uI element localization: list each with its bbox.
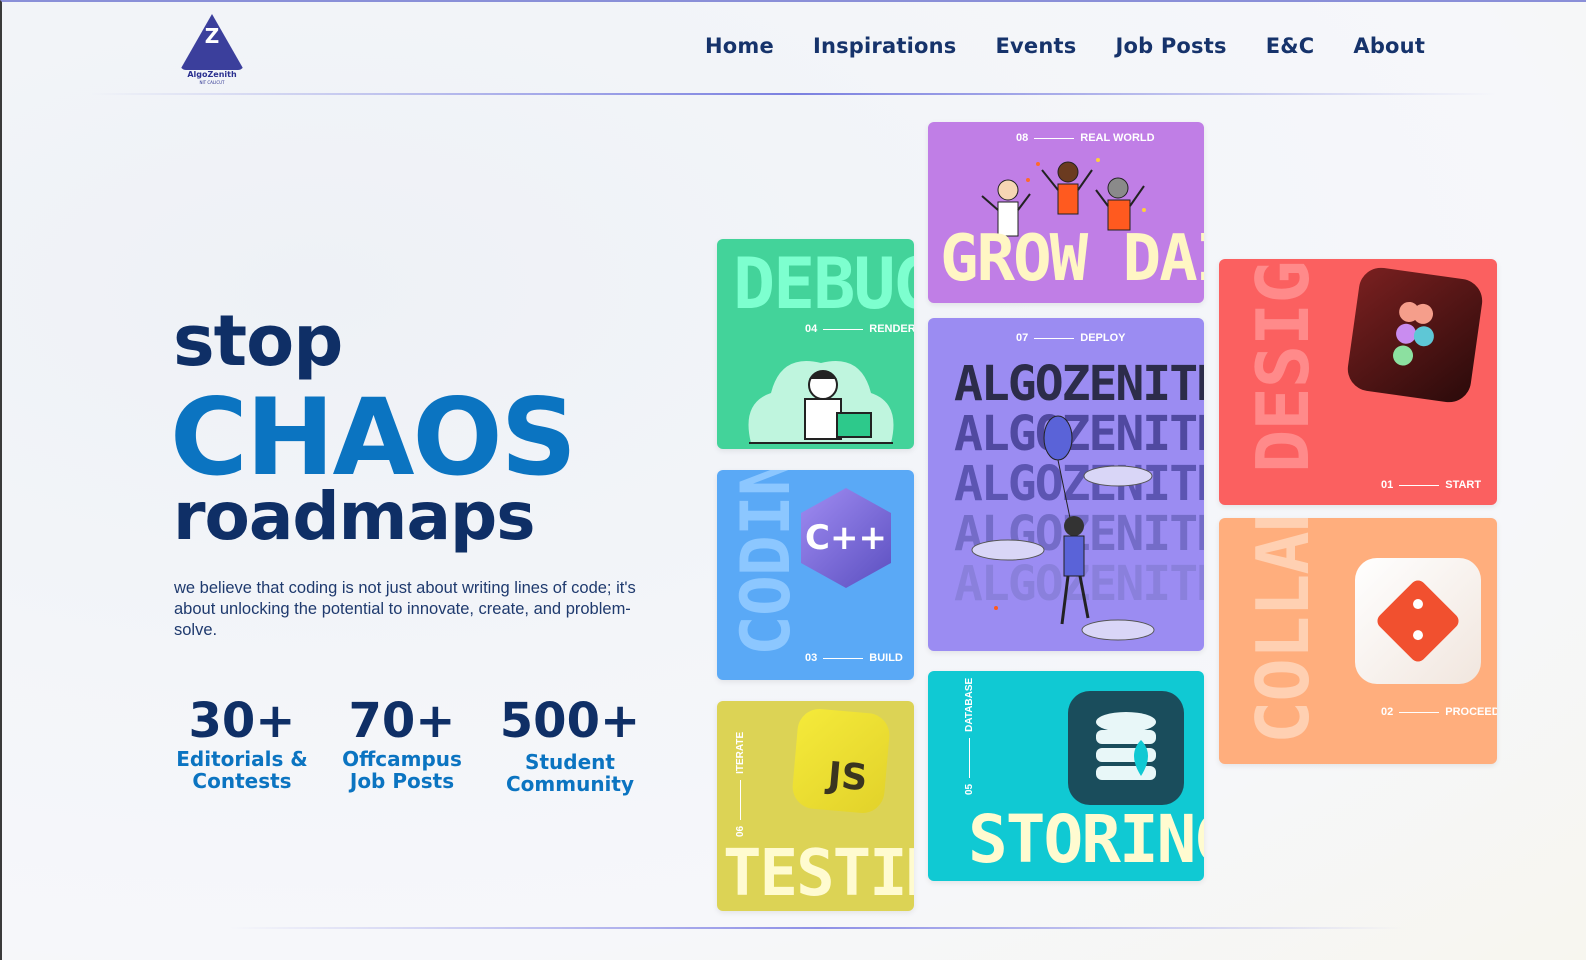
card-step: 03 BUILD — [805, 652, 903, 664]
nav-job-posts[interactable]: Job Posts — [1115, 34, 1226, 58]
card-title: DESIGN — [1241, 259, 1325, 473]
javascript-icon: JS — [790, 707, 892, 815]
stat-label-line1: Editorials & — [176, 747, 308, 771]
brand-logo[interactable]: Z AlgoZenith NIT CALICUT — [180, 14, 244, 85]
card-step: 06 ITERATE — [735, 731, 746, 837]
card-testing[interactable]: 06ITERATE JS TESTING — [717, 701, 914, 911]
stat-community: 500+ Student Community — [490, 694, 650, 795]
card-debug[interactable]: DEBUG 04 RENDER — [717, 239, 914, 449]
stat-label-line1: Student — [525, 750, 615, 774]
card-step: 01 START — [1381, 479, 1482, 491]
footer-divider — [230, 927, 1406, 929]
card-step: 02 PROCEED — [1381, 706, 1497, 718]
nav-home[interactable]: Home — [705, 34, 774, 58]
card-collab[interactable]: COLLAB 02 PROCEED — [1219, 518, 1497, 764]
stat-jobposts: 70+ Offcampus Job Posts — [332, 694, 472, 792]
card-title: DEBUG — [733, 243, 914, 325]
stat-label-line2: Community — [505, 772, 635, 796]
balloon-boy-illustration — [971, 415, 1155, 641]
stat-label-line1: Offcampus — [342, 747, 462, 771]
card-title: STORING — [968, 801, 1204, 878]
card-title: GROW DAILY — [940, 222, 1204, 296]
card-title: COLLAB — [1241, 518, 1325, 744]
card-grow-daily[interactable]: 08REAL WORLD GROW DAILY — [928, 122, 1204, 303]
logo-subtitle: NIT CALICUT — [199, 80, 225, 85]
card-title: CODING — [727, 470, 806, 656]
card-storing[interactable]: 05DATABASE STORING — [928, 671, 1204, 881]
stat-value: 500+ — [499, 693, 641, 749]
nav-ec[interactable]: E&C — [1266, 34, 1315, 58]
database-icon — [1068, 691, 1184, 805]
stat-label-line2: Job Posts — [349, 769, 455, 793]
card-step: 04 RENDER — [805, 323, 914, 335]
hero-description: we believe that coding is not just about… — [174, 579, 636, 639]
hero-line-roadmaps: roadmaps — [173, 478, 536, 555]
hero-line-stop: stop — [173, 300, 343, 382]
stat-value: 30+ — [188, 693, 296, 749]
git-icon — [1355, 558, 1481, 684]
card-step: 08 REAL WORLD — [1016, 132, 1155, 144]
stat-editorials: 30+ Editorials & Contests — [172, 694, 312, 792]
figma-icon — [1344, 264, 1486, 406]
card-coding[interactable]: CODING C++ 03 BUILD — [717, 470, 914, 680]
logo-letter: Z — [204, 24, 220, 48]
card-title: TESTING — [723, 837, 914, 911]
cpp-icon: C++ — [801, 488, 891, 588]
stat-value: 70+ — [348, 693, 456, 749]
stat-label-line2: Contests — [192, 769, 292, 793]
developer-laptop-illustration — [748, 361, 894, 444]
card-design[interactable]: DESIGN 01 START — [1219, 259, 1497, 505]
card-title: ALGOZENITH — [954, 356, 1204, 412]
main-nav: Home Inspirations Events Job Posts E&C A… — [705, 34, 1425, 58]
header-divider — [90, 93, 1496, 95]
nav-about[interactable]: About — [1353, 34, 1425, 58]
nav-inspirations[interactable]: Inspirations — [813, 34, 957, 58]
card-step: 07 DEPLOY — [1016, 332, 1126, 344]
card-step: 05 DATABASE — [964, 677, 975, 795]
card-algozenith[interactable]: 07 DEPLOY ALGOZENITH ALGOZENITH ALGOZENIT… — [928, 318, 1204, 651]
logo-name: AlgoZenith — [187, 70, 237, 79]
nav-events[interactable]: Events — [995, 34, 1076, 58]
